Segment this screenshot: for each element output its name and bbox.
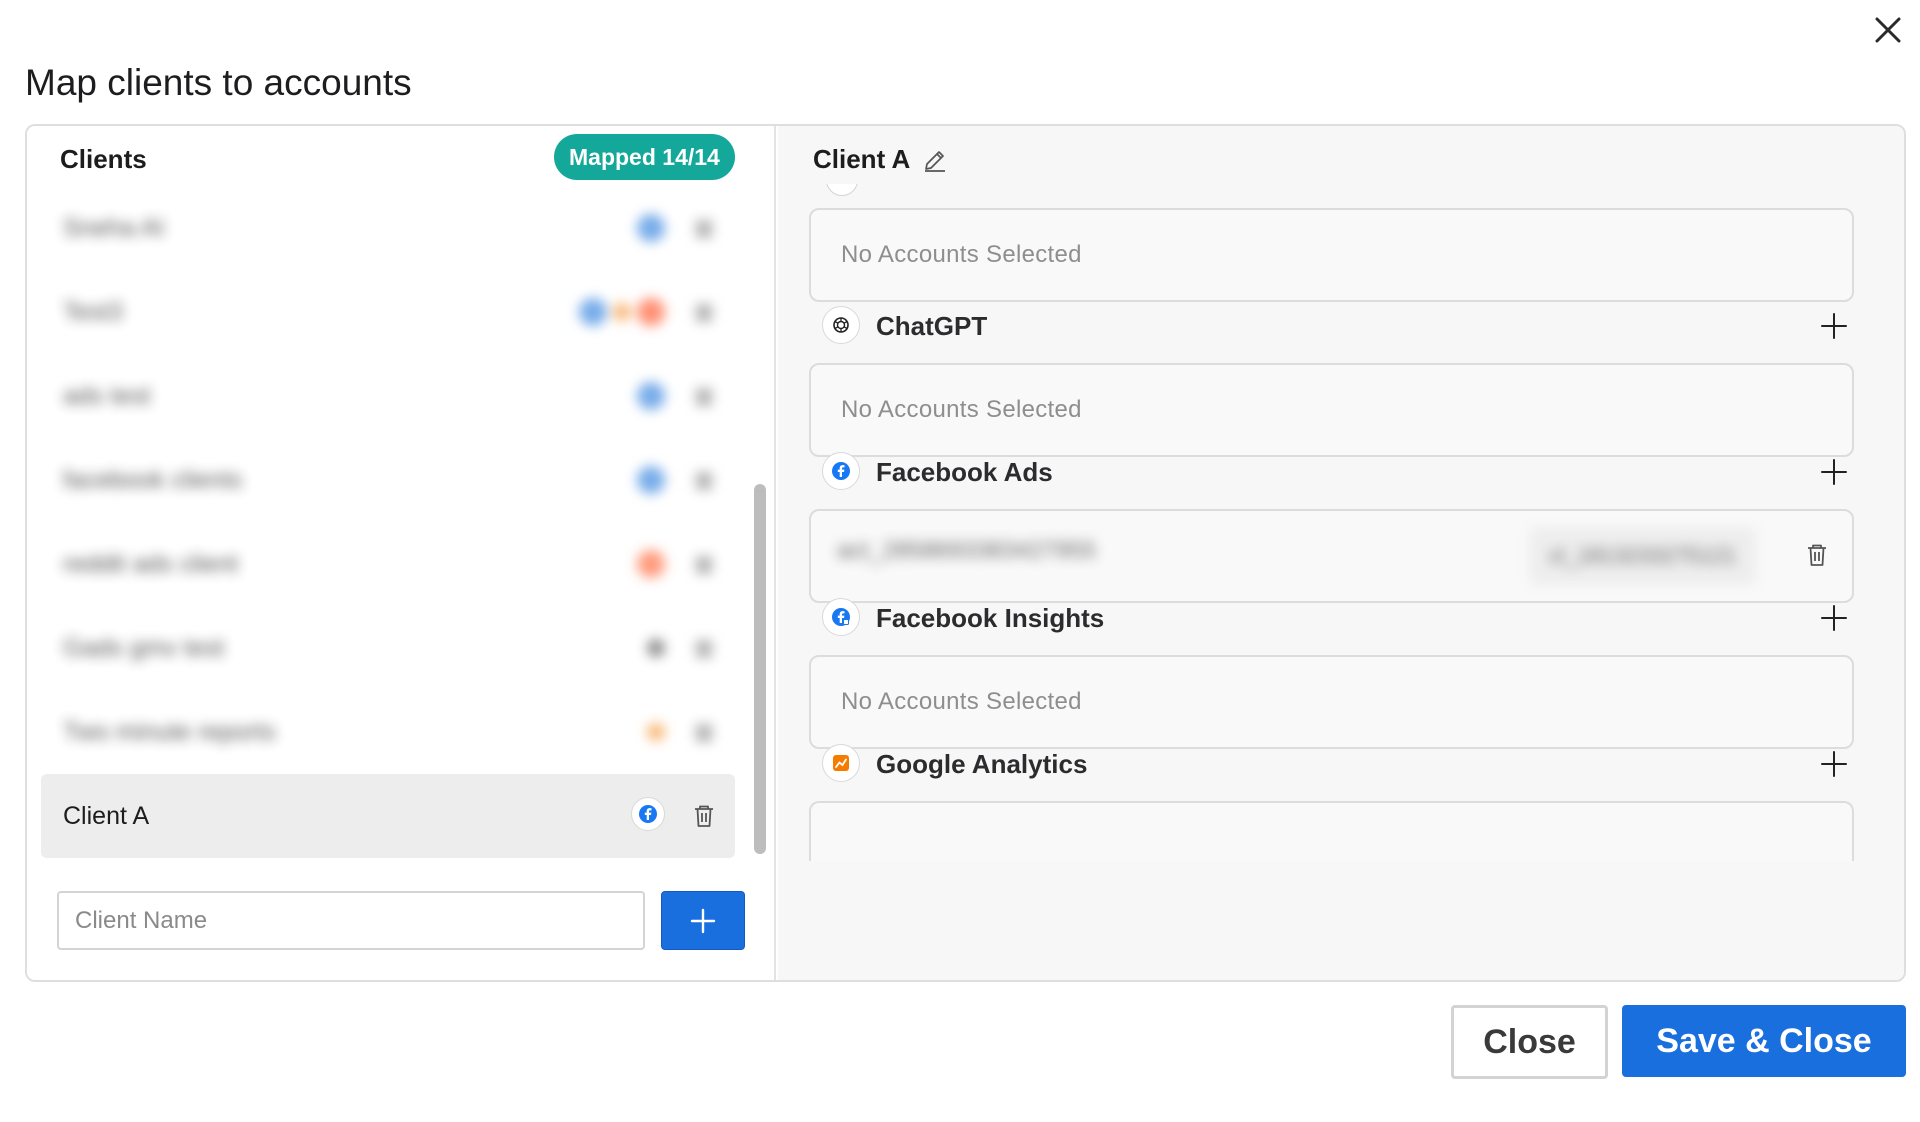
client-row[interactable]: Sneha AI (41, 186, 735, 270)
add-account-icon[interactable] (1818, 310, 1850, 342)
platform-name: Facebook Ads (876, 457, 1053, 487)
trash-icon[interactable] (688, 632, 720, 664)
client-name: Test3 (63, 298, 123, 326)
platform-icons (637, 465, 665, 495)
accounts-box: No Accounts Selected (809, 363, 1854, 457)
client-name: facebook clients (63, 466, 243, 494)
platform-icons (579, 297, 665, 327)
add-account-icon[interactable] (1818, 602, 1850, 634)
close-icon[interactable] (1868, 10, 1908, 50)
save-and-close-button[interactable]: Save & Close (1622, 1005, 1906, 1077)
client-name: Gads gmv test (63, 634, 225, 662)
plus-icon (690, 908, 716, 933)
platform-row-facebook-ads: Facebook Ads (822, 450, 1850, 494)
trash-icon[interactable] (688, 716, 720, 748)
platform-row-google-analytics: Google Analytics (822, 742, 1850, 786)
accounts-box: No Accounts Selected (809, 655, 1854, 749)
client-row[interactable]: Gads gmv test (41, 606, 735, 690)
facebook-icon (637, 466, 665, 494)
no-accounts-text: No Accounts Selected (841, 241, 1082, 268)
platform-name: ChatGPT (876, 311, 988, 341)
reddit-icon (637, 298, 665, 326)
client-list[interactable]: Sneha AI Test3 ads test facebook clients… (41, 186, 735, 886)
facebook-icon (637, 382, 665, 410)
facebook-icon (631, 797, 665, 831)
trash-icon[interactable] (688, 380, 720, 412)
trash-icon[interactable] (688, 800, 720, 832)
client-list-scrollbar[interactable] (754, 484, 766, 854)
trash-icon[interactable] (688, 212, 720, 244)
accounts-box (809, 801, 1854, 861)
facebook-icon (579, 298, 607, 326)
platform-icons (637, 549, 665, 579)
client-name: Client A (63, 802, 150, 830)
add-account-icon[interactable] (1818, 456, 1850, 488)
google-ads-icon (647, 639, 665, 657)
client-row-selected[interactable]: Client A (41, 774, 735, 858)
platform-icons (637, 381, 665, 411)
platform-name: Google Analytics (876, 749, 1088, 779)
trash-icon[interactable] (688, 464, 720, 496)
client-name: Two minute reports (63, 718, 276, 746)
platform-icons (647, 633, 665, 663)
facebook-insights-icon (822, 598, 860, 636)
accounts-box: act_2858693383427955 cl_1813233275121 (809, 509, 1854, 603)
mapping-panel: Clients Mapped 14/14 Sneha AI Test3 ads … (25, 124, 1906, 982)
platform-name: Facebook Insights (876, 603, 1105, 633)
reddit-icon (637, 550, 665, 578)
accounts-box: No Accounts Selected (809, 208, 1854, 302)
add-client-button[interactable] (661, 891, 745, 950)
client-row[interactable]: Test3 (41, 270, 735, 354)
google-analytics-icon (647, 723, 665, 741)
client-row[interactable]: ads test (41, 354, 735, 438)
trash-icon[interactable] (688, 548, 720, 580)
platform-icons (631, 797, 665, 831)
no-accounts-text: No Accounts Selected (841, 396, 1082, 423)
mapped-badge: Mapped 14/14 (554, 134, 735, 180)
client-detail-panel: Client A No Accounts Selected ChatGPT No… (778, 126, 1904, 980)
client-name: Sneha AI (63, 214, 165, 242)
trash-icon[interactable] (688, 296, 720, 328)
openai-icon (822, 306, 860, 344)
client-row[interactable]: facebook clients (41, 438, 735, 522)
facebook-icon (637, 214, 665, 242)
close-button[interactable]: Close (1451, 1005, 1608, 1079)
dialog-title: Map clients to accounts (25, 62, 412, 103)
no-accounts-text: No Accounts Selected (841, 688, 1082, 715)
account-id: act_2858693383427955 (837, 537, 1096, 564)
client-header: Client A (813, 144, 950, 175)
platform-icons (647, 717, 665, 747)
platform-icon (826, 184, 858, 196)
add-account-icon[interactable] (1818, 748, 1850, 780)
google-analytics-icon (613, 303, 631, 321)
client-row[interactable]: Two minute reports (41, 690, 735, 774)
client-name: reddit ads client (63, 550, 239, 578)
facebook-icon (822, 452, 860, 490)
client-name: ads test (63, 382, 151, 410)
google-analytics-icon (822, 744, 860, 782)
client-title: Client A (813, 144, 911, 174)
platform-list[interactable]: No Accounts Selected ChatGPT No Accounts… (778, 184, 1904, 906)
platform-row-facebook-insights: Facebook Insights (822, 596, 1850, 640)
client-row[interactable]: reddit ads client (41, 522, 735, 606)
platform-row-chatgpt: ChatGPT (822, 304, 1850, 348)
pencil-icon[interactable] (920, 145, 950, 175)
clients-panel: Clients Mapped 14/14 Sneha AI Test3 ads … (27, 126, 776, 980)
platform-icons (637, 213, 665, 243)
clients-heading: Clients (60, 144, 147, 174)
account-tag: cl_1813233275121 (1529, 527, 1757, 585)
trash-icon[interactable] (1802, 539, 1832, 571)
client-name-input[interactable] (57, 891, 645, 950)
